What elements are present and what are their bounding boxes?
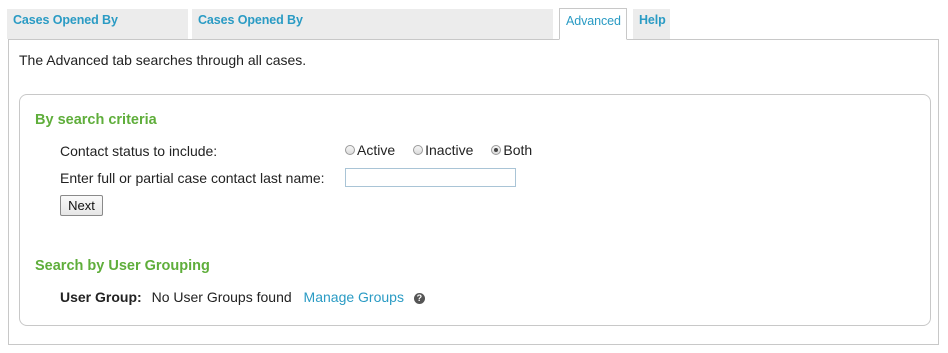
radio-both-label: Both [503,142,533,158]
radio-active-label: Active [357,142,396,158]
grouping-title: Search by User Grouping [35,258,210,274]
user-group-value: No User Groups found [151,289,292,305]
tab-cases-opened-by-2[interactable]: Cases Opened By [192,9,553,39]
tab-cases-opened-by-1[interactable]: Cases Opened By [7,9,188,39]
question-circle-icon[interactable]: ? [413,293,425,304]
user-group-label: User Group: [60,289,142,305]
radio-inactive[interactable] [413,145,424,155]
search-box: By search criteria Contact status to inc… [19,94,931,326]
status-option-both[interactable]: Both [491,142,532,158]
next-button[interactable]: Next [60,195,103,216]
status-radio-group: Active Inactive Both [345,142,550,158]
user-group-row: User Group: No User Groups found Manage … [60,289,425,305]
radio-active[interactable] [345,145,355,155]
status-option-active[interactable]: Active [345,142,395,158]
intro-text: The Advanced tab searches through all ca… [19,52,307,68]
tab-advanced[interactable]: Advanced [559,8,627,40]
tab-bar: Cases Opened By Cases Opened By Advanced… [0,0,948,40]
criteria-title: By search criteria [35,112,157,128]
tab-help[interactable]: Help [633,9,670,39]
manage-groups-link[interactable]: Manage Groups [304,289,404,305]
status-label: Contact status to include: [60,143,218,159]
status-option-inactive[interactable]: Inactive [413,142,473,158]
lastname-label: Enter full or partial case contact last … [60,170,325,186]
lastname-input[interactable] [345,168,516,187]
advanced-panel: The Advanced tab searches through all ca… [8,39,939,345]
radio-inactive-label: Inactive [425,142,474,158]
radio-both[interactable] [491,145,502,155]
